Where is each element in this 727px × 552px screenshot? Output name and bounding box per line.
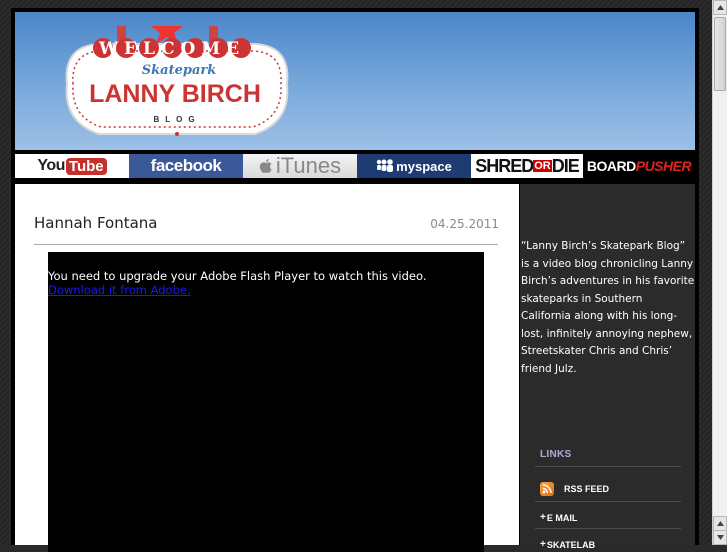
post-divider	[34, 244, 498, 245]
myspace-people-icon	[376, 159, 394, 172]
youtube-tube-text: Tube	[65, 157, 107, 175]
shred-or-die-button[interactable]: SHRED OR DIE	[471, 154, 583, 178]
myspace-label: myspace	[396, 158, 452, 174]
scroll-up-button-lower[interactable]	[713, 516, 727, 531]
scroll-up-button[interactable]	[713, 0, 727, 15]
facebook-label: facebook	[150, 156, 222, 175]
facebook-button[interactable]: facebook	[129, 154, 243, 178]
rss-icon	[540, 482, 554, 496]
links-divider	[535, 466, 681, 467]
sign-welcome-text: WELCOME	[98, 39, 245, 59]
plus-icon: +	[540, 512, 546, 523]
flash-upgrade-message: You need to upgrade your Adobe Flash Pla…	[48, 269, 427, 283]
itunes-label: iTunes	[275, 153, 342, 178]
shred-text: SHRED	[475, 155, 534, 176]
link-label: RSS FEED	[564, 484, 610, 494]
links-divider	[535, 501, 681, 502]
sign-blog-text: BLOG	[153, 115, 200, 124]
sidebar: “Lanny Birch’s Skatepark Blog” is a vide…	[520, 184, 695, 550]
video-player[interactable]: You need to upgrade your Adobe Flash Pla…	[48, 252, 484, 552]
boardpusher-button[interactable]: BOARD PUSHER	[583, 154, 695, 178]
post-date: 04.25.2011	[430, 217, 499, 231]
itunes-button[interactable]: iTunes	[243, 153, 357, 178]
links-divider	[535, 528, 681, 529]
sign-name-text: LANNY BIRCH	[89, 80, 261, 108]
post-title[interactable]: Hannah Fontana	[34, 214, 158, 232]
link-email[interactable]: + E MAIL	[540, 512, 577, 523]
link-label: E MAIL	[546, 512, 578, 523]
blog-description: “Lanny Birch’s Skatepark Blog” is a vide…	[521, 240, 695, 375]
site-header: WELCOME Skatepark LANNY BIRCH BLOG	[15, 12, 695, 150]
vertical-scrollbar[interactable]	[712, 0, 727, 545]
site-wrapper: WELCOME Skatepark LANNY BIRCH BLOG You Tu…	[11, 8, 699, 552]
download-flash-link[interactable]: Download it from Adobe.	[48, 283, 191, 297]
myspace-button[interactable]: myspace	[357, 154, 471, 178]
arrow-up-icon	[716, 521, 724, 526]
die-text: DIE	[551, 155, 580, 176]
link-rss-feed[interactable]: RSS FEED	[540, 482, 609, 496]
youtube-button[interactable]: You Tube	[15, 154, 129, 178]
arrow-up-icon	[716, 5, 724, 10]
scrollbar-thumb[interactable]	[714, 17, 726, 91]
apple-icon	[259, 159, 272, 173]
social-nav-bar: You Tube facebook iTunes myspace SHRED OR D…	[15, 153, 695, 178]
youtube-you-text: You	[37, 157, 65, 174]
scroll-down-button[interactable]	[713, 530, 727, 545]
sign-skatepark-text: Skatepark	[142, 63, 216, 78]
links-heading: LINKS	[540, 449, 572, 460]
or-text: OR	[533, 160, 552, 172]
main-content: Hannah Fontana 04.25.2011 You need to up…	[15, 184, 519, 552]
pusher-text: PUSHER	[635, 158, 692, 174]
board-text: BOARD	[586, 158, 636, 174]
arrow-down-icon	[716, 535, 724, 540]
welcome-sign-logo[interactable]: WELCOME Skatepark LANNY BIRCH BLOG	[59, 26, 295, 148]
